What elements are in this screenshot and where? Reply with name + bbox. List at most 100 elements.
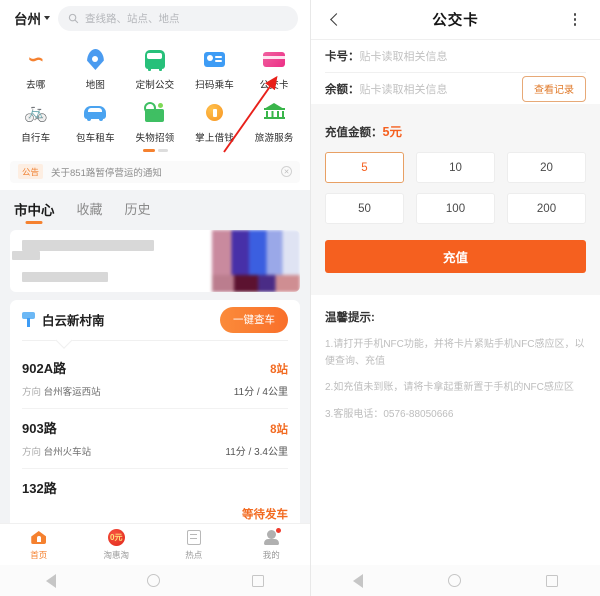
tip-item: 3.客服电话：0576-88050666: [325, 408, 454, 420]
recharge-button[interactable]: 充值: [325, 240, 586, 273]
tab-profile[interactable]: 我的: [233, 524, 311, 565]
back-triangle-icon[interactable]: [45, 573, 56, 588]
quick-action-label: 掌上借钱: [195, 133, 234, 144]
quick-action-label: 自行车: [21, 133, 51, 144]
back-chevron-icon[interactable]: [325, 9, 347, 31]
close-icon[interactable]: ✕: [281, 166, 292, 177]
quick-action-label: 地图: [85, 80, 106, 91]
quick-action-lost-found[interactable]: 失物招领: [125, 95, 185, 148]
pager-dot: [157, 149, 168, 152]
tab-label: 淘惠淘: [103, 549, 129, 560]
table-row[interactable]: 132路 等待发车: [22, 469, 288, 525]
recharge-amount-label: 充值金额：: [325, 127, 383, 139]
tip-item: 2.如充值未到账，请将卡拿起重新置于手机的NFC感应区: [325, 382, 574, 393]
tab-label: 我的: [262, 549, 280, 560]
table-row[interactable]: 902A路 8站 方向 台州客运西站 11分 / 4公里: [22, 349, 288, 409]
card-number-value: 贴卡读取相关信息: [359, 51, 448, 63]
quick-action-label: 包车租车: [75, 133, 115, 144]
quick-action-travel-service[interactable]: 旅游服务: [244, 95, 304, 148]
card-divider: [22, 339, 288, 349]
view-records-button[interactable]: 查看记录: [522, 75, 586, 102]
quick-action-label: 旅游服务: [254, 133, 294, 144]
lost-and-found-icon: [142, 100, 167, 125]
back-triangle-icon[interactable]: [353, 573, 364, 588]
more-vertical-icon[interactable]: [564, 13, 586, 26]
stop-name: 白云新村南: [42, 314, 105, 328]
amount-option-10[interactable]: 10: [416, 152, 495, 183]
android-nav-bar-right: [311, 565, 600, 596]
amount-option-100[interactable]: 100: [416, 193, 495, 224]
card-balance-label: 余额：: [325, 83, 360, 96]
recents-square-icon[interactable]: [252, 574, 265, 587]
ad-banner[interactable]: [10, 229, 300, 292]
amount-option-20[interactable]: 20: [507, 152, 586, 183]
search-placeholder: 查线路、站点、地点: [85, 12, 180, 25]
left-topbar: 台州 查线路、站点、地点: [0, 0, 310, 36]
quick-action-custom-bus[interactable]: 定制公交: [125, 42, 185, 95]
bicycle-icon: 🚲: [23, 102, 48, 123]
zero-yuan-icon: 0元: [107, 529, 125, 547]
tab-city-center[interactable]: 市中心: [14, 199, 55, 224]
quick-action-car-rental[interactable]: 包车租车: [66, 95, 126, 148]
bus-card-icon: [262, 47, 287, 72]
quick-action-scan-ride[interactable]: 扫码乘车: [185, 42, 245, 95]
quick-action-row-1: ∽ 去哪 地图 定制公交 扫码乘车 公交卡: [6, 42, 304, 95]
amount-option-5[interactable]: 5: [325, 152, 404, 183]
hotspot-icon: [185, 529, 203, 547]
home-circle-icon[interactable]: [447, 574, 461, 587]
route-name: 902A路: [22, 360, 67, 376]
amount-option-200[interactable]: 200: [507, 193, 586, 224]
bank-icon: [262, 100, 287, 125]
one-tap-check-bus-button[interactable]: 一键查车: [220, 306, 288, 333]
route-eta: 11分 / 3.4公里: [225, 446, 288, 458]
scan-ticket-icon: [202, 47, 227, 72]
quick-action-label: 去哪: [26, 80, 46, 91]
tab-hotspot[interactable]: 热点: [155, 524, 233, 565]
card-balance-value: 贴卡读取相关信息: [359, 83, 448, 96]
quick-action-row-2: 🚲 自行车 包车租车 失物招领 掌上借钱 旅游服务: [6, 95, 304, 148]
announcement-badge: 公告: [18, 164, 44, 179]
content-tabs: 市中心 收藏 历史: [10, 190, 300, 230]
chevron-down-icon: [44, 16, 50, 20]
tip-item: 1.请打开手机NFC功能，并将卡片紧贴手机NFC感应区，以便查询、充值: [325, 339, 585, 367]
section-gap: [311, 104, 600, 112]
quick-action-bicycle[interactable]: 🚲 自行车: [6, 95, 66, 148]
card-number-label: 卡号：: [325, 51, 360, 63]
route-name: 903路: [22, 420, 57, 436]
route-icon: ∽: [26, 48, 45, 71]
search-input[interactable]: 查线路、站点、地点: [58, 5, 298, 31]
pager-dot-active: [142, 149, 155, 152]
tab-history[interactable]: 历史: [125, 199, 151, 224]
car-rental-icon: [83, 100, 108, 125]
bottom-tabbar: 首页 0元 淘惠淘 热点 我的: [0, 523, 310, 565]
home-circle-icon[interactable]: [147, 574, 161, 587]
card-info-section: 卡号： 贴卡读取相关信息 余额： 贴卡读取相关信息 查看记录: [311, 40, 600, 104]
quick-action-map[interactable]: 地图: [66, 42, 126, 95]
tab-taohuitao[interactable]: 0元 淘惠淘: [78, 524, 156, 565]
city-selector[interactable]: 台州: [14, 8, 50, 28]
loan-coin-icon: [202, 100, 227, 125]
recharge-amount-value: 5元: [382, 125, 402, 139]
quick-action-label: 扫码乘车: [195, 80, 234, 91]
screenshot-root: 台州 查线路、站点、地点 ∽ 去哪 地图 定制公交 扫码乘车 公交卡 🚲 自行车…: [0, 0, 600, 596]
announcement-text: 关于851路暂停营运的通知: [51, 167, 162, 179]
route-status: 等待发车: [242, 508, 288, 521]
quick-action-label: 公交卡: [259, 80, 289, 91]
tab-label: 热点: [185, 549, 203, 560]
tips-section: 温馨提示: 1.请打开手机NFC功能，并将卡片紧贴手机NFC感应区，以便查询、充…: [311, 295, 600, 423]
bus-stop-icon: [22, 312, 35, 327]
page-header: 公交卡: [311, 0, 600, 40]
quick-action-loan[interactable]: 掌上借钱: [185, 95, 245, 148]
quick-action-bus-card[interactable]: 公交卡: [244, 42, 304, 95]
recents-square-icon[interactable]: [545, 574, 558, 587]
table-row[interactable]: 903路 8站 方向 台州火车站 11分 / 3.4公里: [22, 409, 288, 469]
announcement-bar[interactable]: 公告 关于851路暂停营运的通知 ✕: [10, 160, 300, 183]
tab-home[interactable]: 首页: [0, 524, 78, 565]
city-label: 台州: [14, 12, 41, 27]
tab-favorites[interactable]: 收藏: [77, 199, 103, 224]
quick-action-qu-na[interactable]: ∽ 去哪: [6, 42, 66, 95]
grid-pager: [6, 148, 304, 157]
amount-option-50[interactable]: 50: [325, 193, 404, 224]
home-content-scroll[interactable]: 市中心 收藏 历史 白云新村南 一键查车 902A路 8站 方向 台州客运西站 …: [0, 189, 310, 525]
profile-icon: [262, 527, 282, 547]
